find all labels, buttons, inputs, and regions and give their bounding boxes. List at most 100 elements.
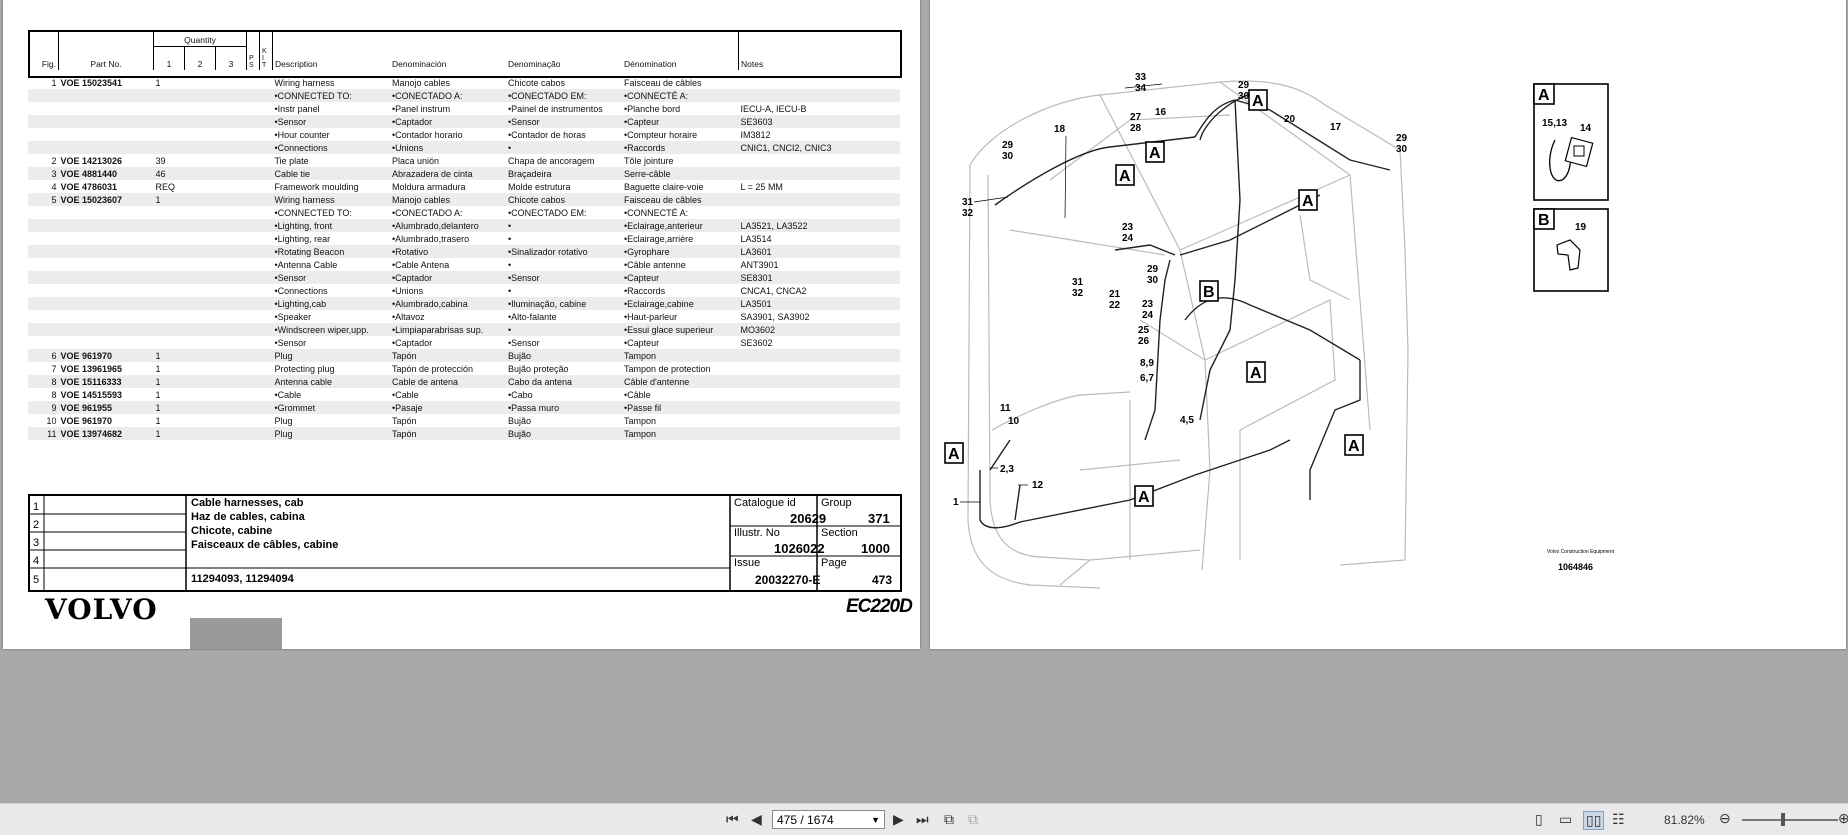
copy-icon[interactable]: ⧉ [944, 811, 954, 828]
table-row: 6 VOE 961970 1 Plug Tapón Bujão Tampon [28, 349, 900, 362]
zoom-out-icon[interactable]: ⊖ [1719, 810, 1731, 827]
cell-fig: 5 [28, 193, 59, 206]
two-page-icon[interactable]: ▯▯ [1583, 811, 1605, 830]
illustr-value: 1026022 [774, 541, 825, 556]
single-page-icon[interactable]: ▯ [1535, 811, 1543, 828]
svg-text:24: 24 [1142, 310, 1154, 321]
table-row: •Antenna Cable •Cable Antena • •Câble anten… [28, 258, 900, 271]
cell-fr: Câble d'antenne [622, 375, 739, 388]
cell-qty: 1 [153, 349, 247, 362]
section-label: Section [821, 527, 858, 539]
table-row: 8 VOE 14515593 1 •Cable •Cable •Cabo •Câble [28, 388, 900, 401]
svg-text:11: 11 [1000, 403, 1011, 414]
cell-fr: Faisceau de câbles [622, 193, 739, 206]
cell-fig [28, 284, 59, 297]
section-value: 1000 [861, 541, 890, 556]
first-page-icon[interactable]: ⏮ [726, 811, 739, 828]
cell-fig: 10 [46, 415, 57, 426]
cell-qty [153, 89, 247, 102]
cell-es: Cable de antena [390, 375, 506, 388]
table-row: •Hour counter •Contador horario •Contador … [28, 128, 900, 141]
cell-part [59, 102, 154, 115]
last-page-icon[interactable]: ⏭ [916, 811, 929, 828]
header-notes: Notes [741, 59, 764, 69]
cell-notes [738, 349, 900, 362]
cell-part [59, 284, 154, 297]
cell-desc: Cable tie [272, 167, 390, 180]
page-value: 473 [872, 573, 893, 587]
cell-notes [739, 362, 901, 375]
cell-fr: Serre-câble [622, 167, 739, 180]
cell-notes [738, 401, 900, 414]
continuous-page-icon[interactable]: ▭ [1559, 811, 1572, 828]
cell-notes [738, 193, 900, 206]
table-row: •Speaker •Altavoz •Alto-falante •Haut-parle… [28, 310, 900, 323]
svg-text:8,9: 8,9 [1140, 358, 1154, 369]
cell-qty [153, 141, 247, 154]
header-description: Description [275, 59, 318, 69]
cell-empty [247, 180, 273, 193]
illustr-label: Illustr. No [734, 527, 780, 539]
cell-es: •Captador [390, 271, 506, 284]
cell-part [59, 206, 154, 219]
zoom-in-icon[interactable]: ⊕ [1838, 810, 1848, 827]
page-label: Page [821, 557, 847, 569]
two-page-continuous-icon[interactable]: ☷ [1612, 811, 1625, 828]
svg-text:28: 28 [1130, 123, 1142, 134]
cell-fig [28, 245, 59, 258]
cell-notes [738, 167, 900, 180]
cell-qty: 46 [153, 167, 247, 180]
footer-row-1: 1 [33, 501, 40, 513]
cell-part [58, 245, 154, 258]
zoom-slider[interactable] [1742, 819, 1838, 821]
cell-desc: •Windscreen wiper,upp. [272, 323, 390, 336]
cell-part: VOE 4786031 [60, 181, 118, 192]
cell-fig [28, 336, 59, 349]
svg-text:A: A [1252, 93, 1264, 110]
parts-table-body: 1 VOE 15023541 1 Wiring harness Manojo cable… [28, 76, 900, 440]
cell-pt: Chicote cabos [508, 77, 566, 88]
cell-fr: •Essui glace superieur [622, 323, 739, 336]
volvo-logo: VOLVO [45, 593, 158, 626]
diagram-company: Volvo Construction Equipment [1547, 549, 1615, 555]
svg-text:2,3: 2,3 [1000, 464, 1014, 475]
cell-es: Abrazadera de cinta [390, 167, 506, 180]
cell-empty [247, 310, 273, 323]
cell-notes: SA3901, SA3902 [740, 311, 810, 322]
cell-qty: 1 [155, 363, 161, 374]
cell-fr: •Passe fil [622, 401, 739, 414]
page-indicator: 475 / 1674 [777, 813, 834, 827]
cell-fig: 2 [51, 155, 57, 166]
svg-text:33: 33 [1135, 72, 1147, 83]
cell-es: •Rotativo [390, 245, 506, 258]
table-row: •Instr panel •Panel instrum •Painel de ins… [28, 102, 900, 115]
cell-empty [246, 115, 273, 128]
cell-qty: 1 [153, 193, 247, 206]
svg-text:16: 16 [1155, 107, 1167, 118]
header-q1: 1 [153, 46, 185, 70]
wiring-harness [979, 91, 1391, 529]
next-page-icon[interactable]: ▶ [893, 811, 904, 828]
cell-notes: IECU-A, IECU-B [740, 103, 807, 114]
cell-fr: •Raccords [624, 285, 666, 296]
cell-desc: •Connections [272, 141, 390, 154]
cell-qty [154, 336, 247, 349]
cell-desc: •Cable [274, 389, 302, 400]
cell-es: •Panel instrum [392, 103, 451, 114]
cell-empty [246, 271, 273, 284]
svg-text:31: 31 [1072, 277, 1084, 288]
cell-qty [154, 206, 247, 219]
svg-text:1: 1 [953, 497, 959, 508]
cell-fr: •Haut-parleur [624, 311, 678, 322]
cell-empty [247, 154, 273, 167]
page-number-input[interactable]: 475 / 1674 ▼ [772, 810, 885, 829]
cell-desc: •CONNECTED TO: [272, 89, 390, 102]
zoom-slider-thumb[interactable] [1781, 813, 1785, 826]
cell-notes: CNIC1, CNCI2, CNIC3 [738, 141, 900, 154]
table-row: •CONNECTED TO: •CONECTADO A: •CONECTADO EM… [28, 206, 900, 219]
cell-qty: 1 [153, 401, 247, 414]
table-row: 2 VOE 14213026 39 Tie plate Placa unión Chapa… [28, 154, 900, 167]
header-part-no: Part No. [58, 32, 154, 70]
paste-icon[interactable]: ⧉ [968, 811, 978, 828]
prev-page-icon[interactable]: ◀ [751, 811, 762, 828]
